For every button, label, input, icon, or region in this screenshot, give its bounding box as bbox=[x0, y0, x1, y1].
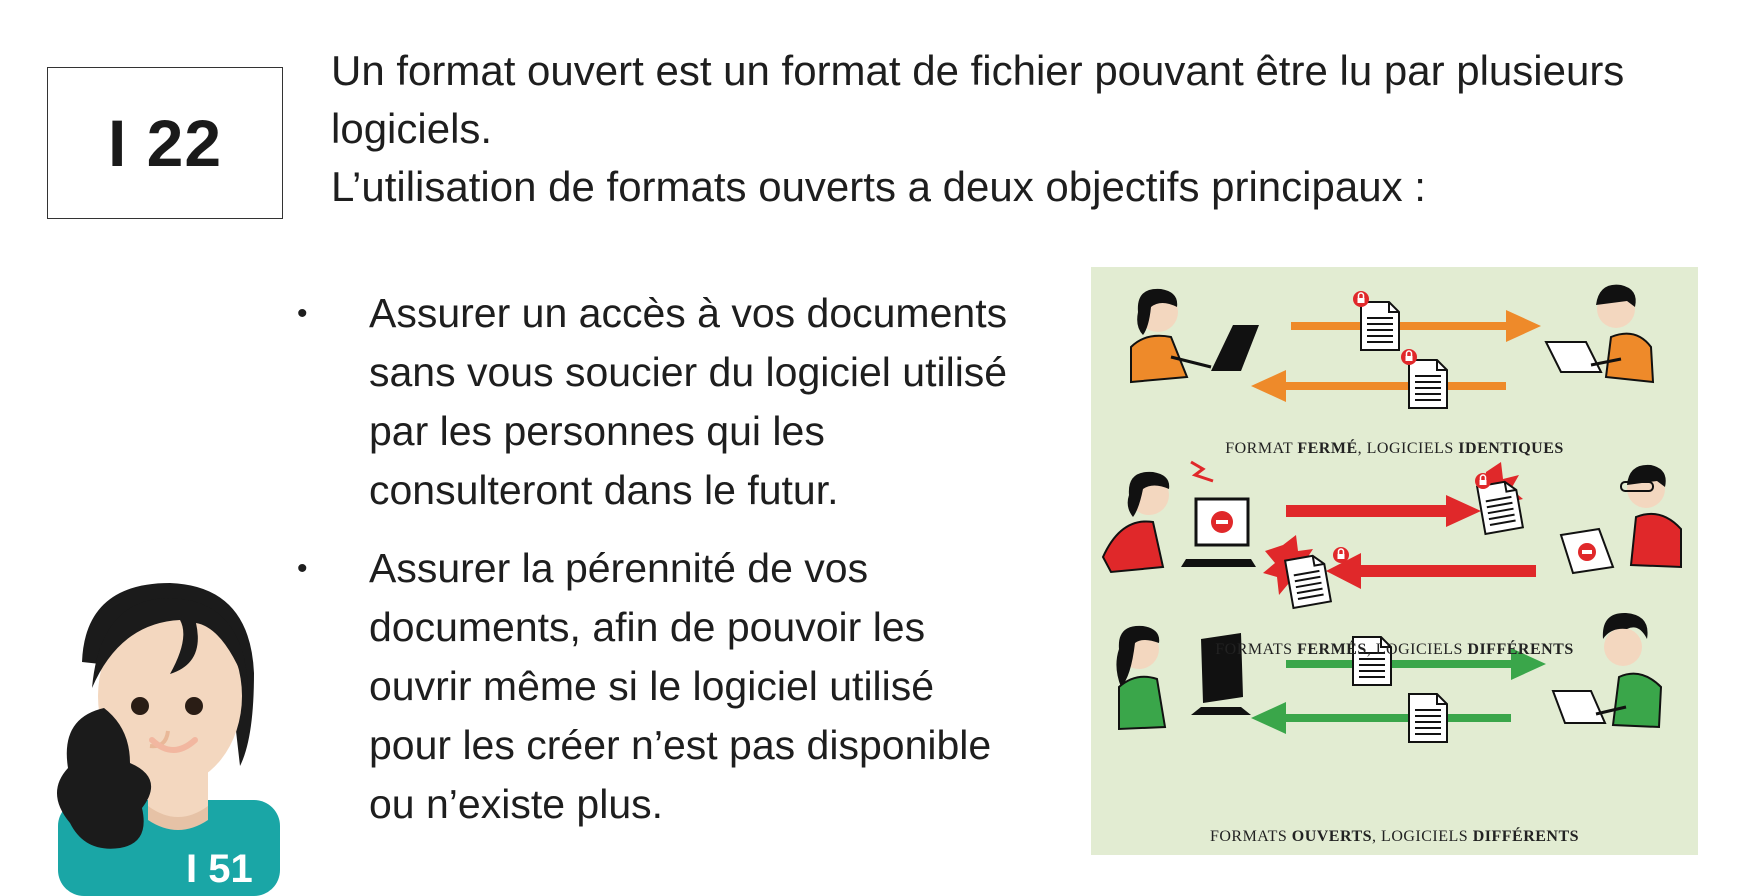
caption-closed-different: FORMATS FERMÉS, LOGICIELS DIFFÉRENTS bbox=[1091, 641, 1698, 659]
slide-code: I 22 bbox=[107, 106, 223, 180]
objective-line: documents, afin de pouvoir les bbox=[369, 604, 926, 650]
caption-text: , LOGICIELS bbox=[1357, 440, 1459, 457]
bullet-marker: • bbox=[297, 552, 308, 585]
objective-item-access: • Assurer un accès à vos documents sans … bbox=[290, 284, 1090, 520]
row-closed-different bbox=[1101, 460, 1682, 609]
objective-line: consulteront dans le futur. bbox=[369, 467, 839, 513]
slide-code-box: I 22 bbox=[47, 67, 283, 219]
objective-line: Assurer un accès à vos documents bbox=[369, 290, 1008, 336]
formats-illustration-drawing bbox=[1101, 284, 1682, 743]
objective-line: sans vous soucier du logiciel utilisé bbox=[369, 349, 1008, 395]
bullet-marker: • bbox=[297, 297, 308, 330]
objectives-list: • Assurer un accès à vos documents sans … bbox=[290, 284, 1090, 853]
caption-text: , LOGICIELS bbox=[1366, 641, 1468, 658]
caption-text: , LOGICIELS bbox=[1372, 828, 1473, 845]
objective-item-durability: • Assurer la pérennité de vos documents,… bbox=[290, 539, 1090, 834]
caption-open-different: FORMATS OUVERTS, LOGICIELS DIFFÉRENTS bbox=[1091, 828, 1698, 846]
objective-line: Assurer la pérennité de vos bbox=[369, 545, 869, 591]
caption-bold: DIFFÉRENTS bbox=[1467, 641, 1574, 658]
caption-bold: IDENTIQUES bbox=[1458, 440, 1564, 457]
caption-closed-identical: FORMAT FERMÉ, LOGICIELS IDENTIQUES bbox=[1091, 440, 1698, 458]
caption-text: FORMAT bbox=[1225, 440, 1298, 457]
row-closed-identical bbox=[1130, 284, 1655, 409]
intro-text: Un format ouvert est un format de fichie… bbox=[331, 42, 1751, 216]
intro-line-3: L’utilisation de formats ouverts a deux … bbox=[331, 163, 1426, 210]
caption-text: FORMATS bbox=[1209, 828, 1292, 845]
objective-line: pour les créer n’est pas disponible bbox=[369, 722, 992, 768]
caption-bold: FERMÉS bbox=[1297, 641, 1367, 658]
row-open-different bbox=[1116, 612, 1663, 743]
objective-line: par les personnes qui les bbox=[369, 408, 825, 454]
intro-line-1: Un format ouvert est un format de fichie… bbox=[331, 47, 1625, 94]
objective-line: ouvrir même si le logiciel utilisé bbox=[369, 663, 935, 709]
caption-bold: FERMÉ bbox=[1297, 440, 1358, 457]
caption-bold: OUVERTS bbox=[1291, 828, 1373, 845]
objective-line: ou n’existe plus. bbox=[369, 781, 664, 827]
formats-illustration: FORMAT FERMÉ, LOGICIELS IDENTIQUES FORMA… bbox=[1091, 267, 1698, 855]
avatar-code: I 51 bbox=[186, 847, 253, 891]
caption-text: FORMATS bbox=[1215, 641, 1298, 658]
intro-line-2: logiciels. bbox=[331, 105, 493, 152]
caption-bold: DIFFÉRENTS bbox=[1472, 828, 1580, 845]
